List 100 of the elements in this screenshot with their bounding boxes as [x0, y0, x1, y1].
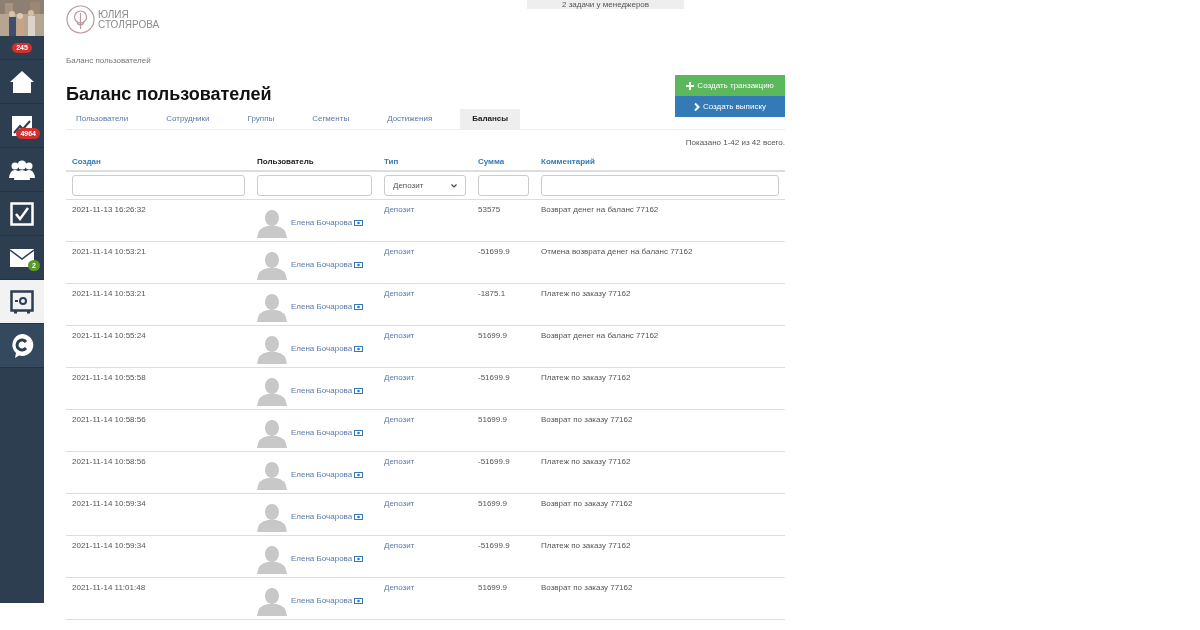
avatar-placeholder-icon [257, 502, 287, 532]
sidebar-item[interactable] [0, 280, 44, 324]
banknote-icon [354, 388, 364, 394]
table-cell: 51699.9 [478, 415, 507, 424]
table-cell: 2021-11-14 10:59:34 [72, 499, 146, 508]
table-cell: Возврат по заказу 77162 [541, 583, 633, 592]
column-header-link[interactable]: Сумма [478, 157, 505, 166]
user-link[interactable]: Елена Бочарова [291, 218, 353, 228]
safe-icon [10, 289, 34, 314]
logo-text: СТОЛЯРОВА [98, 19, 160, 30]
action-button[interactable]: Создать выписку [675, 96, 785, 117]
table-cell: 2021-11-14 10:53:21 [72, 289, 146, 298]
user-link[interactable]: Елена Бочарова [291, 428, 353, 438]
logo-icon [66, 5, 95, 34]
logo-text: ЮЛИЯ [98, 9, 130, 20]
plus-icon [686, 81, 695, 90]
banknote-icon [354, 556, 364, 562]
type-link[interactable]: Депозит [384, 541, 415, 550]
table-cell: 51699.9 [478, 583, 507, 592]
table-cell: -51699.9 [478, 247, 510, 256]
banknote-icon [354, 220, 364, 226]
table-cell: 2021-11-14 10:53:21 [72, 247, 146, 256]
column-header-link[interactable]: Тип [384, 157, 399, 166]
avatar-placeholder-icon [257, 460, 287, 490]
filter-field[interactable] [478, 175, 529, 196]
type-link[interactable]: Депозит [384, 373, 415, 382]
type-link[interactable]: Депозит [384, 247, 415, 256]
avatar-placeholder-icon [257, 208, 287, 238]
type-link[interactable]: Депозит [384, 415, 415, 424]
type-select[interactable]: Депозит [384, 175, 466, 196]
type-link[interactable]: Депозит [384, 499, 415, 508]
checkbox-icon [10, 201, 34, 226]
tab[interactable]: Сотрудники [156, 109, 220, 129]
table-cell: -51699.9 [478, 541, 510, 550]
banknote-icon [354, 262, 364, 268]
table-cell: Возврат денег на баланс 77162 [541, 205, 659, 214]
banknote-icon [354, 430, 364, 436]
table-cell: Возврат по заказу 77162 [541, 499, 633, 508]
filter-field[interactable] [541, 175, 779, 196]
notice-text: 2 задачи у менеджеров [561, 1, 650, 9]
type-link[interactable]: Депозит [384, 583, 415, 592]
table-cell: 2021-11-14 10:55:24 [72, 331, 146, 340]
filter-field[interactable] [72, 175, 245, 196]
sidebar-item[interactable] [0, 324, 44, 368]
user-link[interactable]: Елена Бочарова [291, 470, 353, 480]
avatar-placeholder-icon [257, 250, 287, 280]
user-link[interactable]: Елена Бочарова [291, 260, 353, 270]
action-button[interactable]: Создать транзакцию [675, 75, 785, 96]
users-icon [9, 158, 35, 181]
avatar-placeholder-icon [257, 544, 287, 574]
user-link[interactable]: Елена Бочарова [291, 344, 353, 354]
table-cell: 51699.9 [478, 331, 507, 340]
banknote-icon [354, 346, 364, 352]
type-link[interactable]: Депозит [384, 331, 415, 340]
table-cell: 2021-11-14 10:59:34 [72, 541, 146, 550]
tab[interactable]: Достижения [377, 109, 443, 129]
table-cell: Возврат по заказу 77162 [541, 415, 633, 424]
table-cell: -51699.9 [478, 457, 510, 466]
summary-text: Показано 1-42 из 42 всего. [685, 138, 785, 148]
column-header-link[interactable]: Создан [72, 157, 101, 166]
banknote-icon [354, 472, 364, 478]
type-link[interactable]: Депозит [384, 457, 415, 466]
avatar-placeholder-icon [257, 334, 287, 364]
table-cell: Платеж по заказу 77162 [541, 457, 631, 466]
tab[interactable]: Балансы [460, 109, 521, 129]
avatar-placeholder-icon [257, 586, 287, 616]
type-link[interactable]: Депозит [384, 289, 415, 298]
chevron-down-icon [451, 183, 457, 188]
type-link[interactable]: Депозит [384, 205, 415, 214]
table-cell: Отмена возврата денег на баланс 77162 [541, 247, 693, 256]
mail-icon [10, 248, 34, 267]
user-link[interactable]: Елена Бочарова [291, 386, 353, 396]
table-cell: 53575 [478, 205, 501, 214]
column-header: Пользователь [257, 157, 314, 166]
tab[interactable]: Пользователи [66, 109, 139, 129]
table-cell: 2021-11-14 10:58:56 [72, 415, 146, 424]
table-cell: 2021-11-14 10:55:58 [72, 373, 146, 382]
avatar-placeholder-icon [257, 418, 287, 448]
tab[interactable]: Группы [237, 109, 285, 129]
banknote-icon [354, 598, 364, 604]
chevron-right-icon [694, 102, 700, 111]
table-cell: -51699.9 [478, 373, 510, 382]
column-header-link[interactable]: Комментарий [541, 157, 595, 166]
tab[interactable]: Сегменты [302, 109, 360, 129]
table-cell: Платеж по заказу 77162 [541, 541, 631, 550]
table-cell: -1875.1 [478, 289, 506, 298]
breadcrumb: Баланс пользователей [66, 56, 152, 66]
table-cell: 2021-11-14 11:01:48 [72, 583, 146, 592]
user-link[interactable]: Елена Бочарова [291, 512, 353, 522]
user-link[interactable]: Елена Бочарова [291, 302, 353, 312]
page-title: Баланс пользователей [66, 83, 273, 105]
banknote-icon [354, 514, 364, 520]
filter-field[interactable] [257, 175, 372, 196]
chat-icon [10, 332, 34, 359]
table-cell: 51699.9 [478, 499, 507, 508]
user-link[interactable]: Елена Бочарова [291, 596, 353, 606]
home-icon [9, 69, 35, 94]
table-cell: Платеж по заказу 77162 [541, 373, 631, 382]
user-link[interactable]: Елена Бочарова [291, 554, 353, 564]
table-cell: 2021-11-13 16:26:32 [72, 205, 146, 214]
